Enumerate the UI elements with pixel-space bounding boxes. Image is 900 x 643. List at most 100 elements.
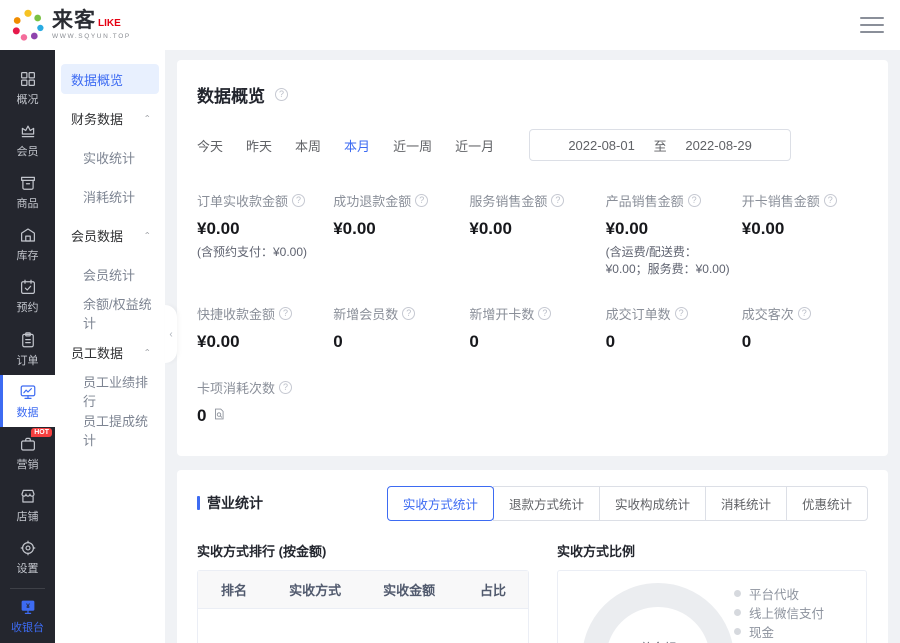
brand-suffix: LIKE [98, 19, 121, 31]
sidebar-item-shop[interactable]: 店铺 [0, 480, 55, 532]
app-logo: 来客 LIKE WWW.SQYUN.TOP [10, 7, 131, 43]
brand-site: WWW.SQYUN.TOP [52, 34, 131, 41]
filter-this-week[interactable]: 本周 [295, 136, 321, 155]
legend-dot-icon [734, 590, 741, 597]
filter-last-month[interactable]: 近一月 [455, 136, 494, 155]
filter-this-month[interactable]: 本月 [344, 136, 370, 155]
hamburger-menu-icon[interactable] [860, 17, 884, 33]
briefcase-icon [19, 435, 37, 453]
help-icon[interactable] [538, 307, 551, 320]
date-range-picker[interactable]: 至 [529, 129, 791, 161]
stat-service-sales: 服务销售金额 ¥0.00 [469, 191, 595, 278]
help-icon[interactable] [415, 194, 428, 207]
submenu-item-income-stats[interactable]: 实收统计 [61, 142, 159, 172]
help-icon[interactable] [798, 307, 811, 320]
logo-icon [10, 7, 46, 43]
income-ranking-panel: 实收方式排行 (按金额) 排名 实收方式 实收金额 占比 [197, 541, 529, 643]
stat-card-sales: 开卡销售金额 ¥0.00 [742, 191, 868, 278]
calendar-check-icon [19, 278, 37, 296]
help-icon[interactable] [292, 194, 305, 207]
submenu-group-staff-data[interactable]: 员工数据 ⌃ [61, 337, 159, 367]
top-bar: 来客 LIKE WWW.SQYUN.TOP [0, 0, 900, 50]
help-icon[interactable] [279, 307, 292, 320]
submenu-item-staff-performance[interactable]: 员工业绩排行 [61, 376, 159, 406]
help-icon[interactable] [824, 194, 837, 207]
help-icon[interactable] [675, 307, 688, 320]
tab-discount[interactable]: 优惠统计 [786, 486, 868, 521]
chart-legend: 平台代收 线上微信支付 现金 其他 微信（记账） 支付宝（记账） POS机（记账… [734, 583, 856, 643]
column-method: 实收方式 [270, 571, 360, 608]
stat-card-consumption: 卡项消耗次数 0 [197, 378, 323, 426]
legend-item[interactable]: 平台代收 [734, 585, 856, 604]
business-tabs: 实收方式统计 退款方式统计 实收构成统计 消耗统计 优惠统计 [387, 486, 868, 521]
submenu-group-member-data[interactable]: 会员数据 ⌃ [61, 220, 159, 250]
legend-dot-icon [734, 628, 741, 635]
stat-completed-orders: 成交订单数 0 [606, 304, 732, 352]
sidebar-item-inventory[interactable]: 库存 [0, 219, 55, 271]
submenu-item-member-stats[interactable]: 会员统计 [61, 259, 159, 289]
main-content: 数据概览 今天 昨天 本周 本月 近一周 近一月 至 订单实收款金额 [165, 50, 900, 643]
column-rank: 排名 [198, 571, 270, 608]
page-title: 数据概览 [197, 82, 265, 107]
donut-center-label: 总金额 [640, 639, 676, 643]
sidebar-item-data[interactable]: 数据 [0, 375, 55, 427]
income-proportion-panel: 实收方式比例 总金额 ¥0.00 平台代收 线上微信支付 现金 [557, 541, 867, 643]
sidebar-item-cashier[interactable]: ¥ 收银台 [0, 591, 55, 643]
clipboard-icon [19, 331, 37, 349]
help-icon[interactable] [551, 194, 564, 207]
submenu-item-staff-commission[interactable]: 员工提成统计 [61, 415, 159, 445]
chevron-up-icon: ⌃ [143, 114, 151, 123]
donut-chart: 总金额 ¥0.00 [582, 583, 734, 643]
help-icon[interactable] [402, 307, 415, 320]
filter-last-week[interactable]: 近一周 [393, 136, 432, 155]
help-icon[interactable] [275, 88, 288, 101]
monitor-chart-icon [19, 383, 37, 401]
cashier-icon: ¥ [19, 598, 37, 616]
date-end-input[interactable] [671, 138, 767, 153]
hot-badge: HOT [31, 428, 52, 437]
sidebar-item-members[interactable]: 会员 [0, 114, 55, 166]
submenu-group-finance-data[interactable]: 财务数据 ⌃ [61, 103, 159, 133]
crown-icon [19, 122, 37, 140]
primary-sidebar: 概况 会员 商品 库存 预约 订单 数据 HOT 营销 [0, 50, 55, 643]
filter-today[interactable]: 今天 [197, 136, 223, 155]
stat-new-members: 新增会员数 0 [333, 304, 459, 352]
submenu-item-balance-stats[interactable]: 余额/权益统计 [61, 298, 159, 328]
column-share: 占比 [458, 571, 528, 608]
empty-state: 暂无数据 [198, 609, 528, 643]
legend-item[interactable]: 现金 [734, 622, 856, 641]
file-search-icon[interactable] [212, 406, 226, 426]
stat-order-income: 订单实收款金额 ¥0.00 (含预约支付：¥0.00) [197, 191, 323, 278]
table-header-row: 排名 实收方式 实收金额 占比 [198, 571, 528, 609]
sidebar-collapse-handle[interactable]: ‹ [165, 305, 177, 363]
sidebar-item-orders[interactable]: 订单 [0, 323, 55, 375]
sidebar-item-products[interactable]: 商品 [0, 166, 55, 218]
submenu-item-consumption-stats[interactable]: 消耗统计 [61, 181, 159, 211]
tab-income-method[interactable]: 实收方式统计 [387, 486, 494, 521]
stat-new-cards: 新增开卡数 0 [469, 304, 595, 352]
tab-refund-method[interactable]: 退款方式统计 [493, 486, 600, 521]
ranking-title: 实收方式排行 (按金额) [197, 541, 529, 560]
date-start-input[interactable] [554, 138, 650, 153]
tab-consumption[interactable]: 消耗统计 [705, 486, 787, 521]
filter-yesterday[interactable]: 昨天 [246, 136, 272, 155]
help-icon[interactable] [279, 381, 292, 394]
storefront-icon [19, 487, 37, 505]
stat-refund: 成功退款金额 ¥0.00 [333, 191, 459, 278]
submenu-item-data-overview[interactable]: 数据概览 [61, 64, 159, 94]
legend-item[interactable]: 线上微信支付 [734, 603, 856, 622]
sidebar-item-settings[interactable]: 设置 [0, 532, 55, 584]
date-separator: 至 [654, 136, 667, 155]
sidebar-item-marketing[interactable]: HOT 营销 [0, 427, 55, 479]
tab-income-composition[interactable]: 实收构成统计 [599, 486, 706, 521]
grid-icon [19, 70, 37, 88]
secondary-sidebar: 数据概览 财务数据 ⌃ 实收统计 消耗统计 会员数据 ⌃ 会员统计 余额/权益统… [55, 50, 165, 643]
sidebar-item-overview[interactable]: 概况 [0, 62, 55, 114]
overview-card: 数据概览 今天 昨天 本周 本月 近一周 近一月 至 订单实收款金额 [177, 60, 888, 456]
proportion-title: 实收方式比例 [557, 541, 867, 560]
ranking-table: 排名 实收方式 实收金额 占比 暂无数据 [197, 570, 529, 643]
sidebar-item-appointments[interactable]: 预约 [0, 271, 55, 323]
proportion-chart-panel: 总金额 ¥0.00 平台代收 线上微信支付 现金 其他 微信（记账） 支付宝（记… [557, 570, 867, 643]
help-icon[interactable] [688, 194, 701, 207]
column-amount: 实收金额 [360, 571, 458, 608]
